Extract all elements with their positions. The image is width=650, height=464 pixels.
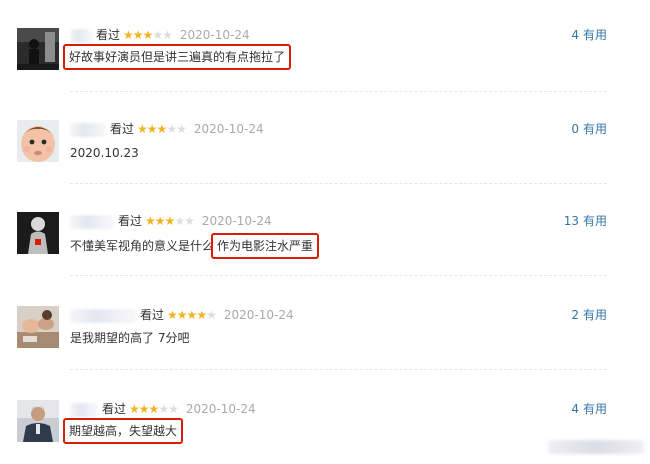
- review-date: 2020-10-24: [201, 214, 272, 228]
- divider: [70, 91, 607, 93]
- helpful-count: 2: [571, 308, 579, 322]
- divider: [70, 275, 607, 277]
- helpful-count: 0: [571, 122, 579, 136]
- star-filled-icon: ★: [164, 214, 176, 228]
- review-comment: 期望越高，失望越大: [63, 418, 184, 444]
- helpful-votes[interactable]: 2 有用: [571, 307, 607, 323]
- review-comment: 不懂美军视角的意义是什么 作为电影注水严重: [70, 233, 320, 259]
- helpful-label[interactable]: 有用: [583, 122, 607, 136]
- rating-stars: ★★★★★: [123, 27, 173, 43]
- star-filled-icon: ★: [142, 28, 154, 42]
- review-meta: 看过 ★★★★★ 2020-10-24: [70, 27, 250, 43]
- watch-status: 看过: [140, 308, 165, 322]
- rating-stars: ★★★★★: [137, 121, 187, 137]
- watch-status: 看过: [110, 122, 135, 136]
- username-blurred[interactable]: [70, 308, 136, 323]
- helpful-label[interactable]: 有用: [583, 28, 607, 42]
- baby-face-avatar-icon: [17, 120, 59, 162]
- star-filled-icon: ★: [156, 122, 168, 136]
- hands-photo-avatar-icon: [17, 306, 59, 348]
- highlighted-comment-text: 好故事好演员但是讲三遍真的有点拖拉了: [63, 44, 292, 70]
- star-filled-icon: ★: [148, 402, 160, 416]
- username-blurred[interactable]: [70, 122, 106, 137]
- star-filled-icon: ★: [137, 122, 148, 136]
- review-date: 2020-10-24: [179, 28, 250, 42]
- helpful-votes[interactable]: 4 有用: [571, 401, 607, 417]
- person-portrait-avatar-icon: [17, 400, 59, 442]
- avatar[interactable]: [17, 400, 59, 442]
- helpful-votes[interactable]: 0 有用: [571, 121, 607, 137]
- helpful-count: 4: [571, 402, 579, 416]
- star-empty-icon: ★: [206, 308, 217, 322]
- helpful-label[interactable]: 有用: [583, 214, 607, 228]
- rating-stars: ★★★★★: [145, 213, 195, 229]
- dark-silhouette-avatar-icon: [17, 28, 59, 70]
- highlighted-comment-text: 期望越高，失望越大: [63, 418, 184, 444]
- divider: [70, 183, 607, 185]
- avatar[interactable]: [17, 120, 59, 162]
- star-filled-icon: ★: [132, 28, 144, 42]
- star-filled-icon: ★: [145, 214, 156, 228]
- watch-status: 看过: [96, 28, 121, 42]
- divider: [70, 369, 607, 371]
- watch-status: 看过: [102, 402, 127, 416]
- star-empty-icon: ★: [152, 28, 163, 42]
- highlighted-comment-text: 作为电影注水严重: [211, 233, 320, 259]
- review-date: 2020-10-24: [193, 122, 264, 136]
- review-meta: 看过 ★★★★★ 2020-10-24: [70, 401, 256, 417]
- avatar[interactable]: [17, 212, 59, 254]
- star-filled-icon: ★: [176, 308, 188, 322]
- helpful-votes[interactable]: 13 有用: [564, 213, 607, 229]
- helpful-label[interactable]: 有用: [583, 402, 607, 416]
- avatar[interactable]: [17, 306, 59, 348]
- review-date: 2020-10-24: [185, 402, 256, 416]
- star-filled-icon: ★: [129, 402, 140, 416]
- watermark-blurred: [548, 440, 644, 454]
- star-filled-icon: ★: [196, 308, 207, 322]
- figure-red-accent-avatar-icon: [17, 212, 59, 254]
- star-empty-icon: ★: [184, 214, 195, 228]
- star-empty-icon: ★: [174, 214, 185, 228]
- helpful-count: 4: [571, 28, 579, 42]
- star-filled-icon: ★: [138, 402, 150, 416]
- username-blurred[interactable]: [70, 214, 114, 229]
- comment-text: 不懂美军视角的意义是什么: [70, 239, 215, 253]
- comment-text: 是我期望的高了 7分吧: [70, 331, 190, 345]
- review-meta: 看过 ★★★★★ 2020-10-24: [70, 213, 272, 229]
- helpful-label[interactable]: 有用: [583, 308, 607, 322]
- helpful-votes[interactable]: 4 有用: [571, 27, 607, 43]
- star-empty-icon: ★: [166, 122, 177, 136]
- avatar[interactable]: [17, 28, 59, 70]
- star-filled-icon: ★: [186, 308, 198, 322]
- star-filled-icon: ★: [167, 308, 178, 322]
- review-comment: 好故事好演员但是讲三遍真的有点拖拉了: [63, 44, 292, 70]
- comment-text: 2020.10.23: [70, 146, 139, 160]
- watch-status: 看过: [118, 214, 143, 228]
- rating-stars: ★★★★★: [167, 307, 217, 323]
- review-meta: 看过 ★★★★★ 2020-10-24: [70, 121, 264, 137]
- rating-stars: ★★★★★: [129, 401, 179, 417]
- review-comment: 2020.10.23: [70, 144, 139, 162]
- star-empty-icon: ★: [176, 122, 187, 136]
- username-blurred[interactable]: [70, 402, 98, 417]
- review-date: 2020-10-24: [223, 308, 294, 322]
- star-filled-icon: ★: [123, 28, 134, 42]
- review-meta: 看过 ★★★★★ 2020-10-24: [70, 307, 294, 323]
- helpful-count: 13: [563, 214, 579, 228]
- star-empty-icon: ★: [168, 402, 179, 416]
- review-comment: 是我期望的高了 7分吧: [70, 329, 189, 347]
- star-filled-icon: ★: [154, 214, 166, 228]
- username-blurred[interactable]: [70, 28, 92, 43]
- star-empty-icon: ★: [162, 28, 173, 42]
- star-empty-icon: ★: [158, 402, 169, 416]
- star-filled-icon: ★: [146, 122, 158, 136]
